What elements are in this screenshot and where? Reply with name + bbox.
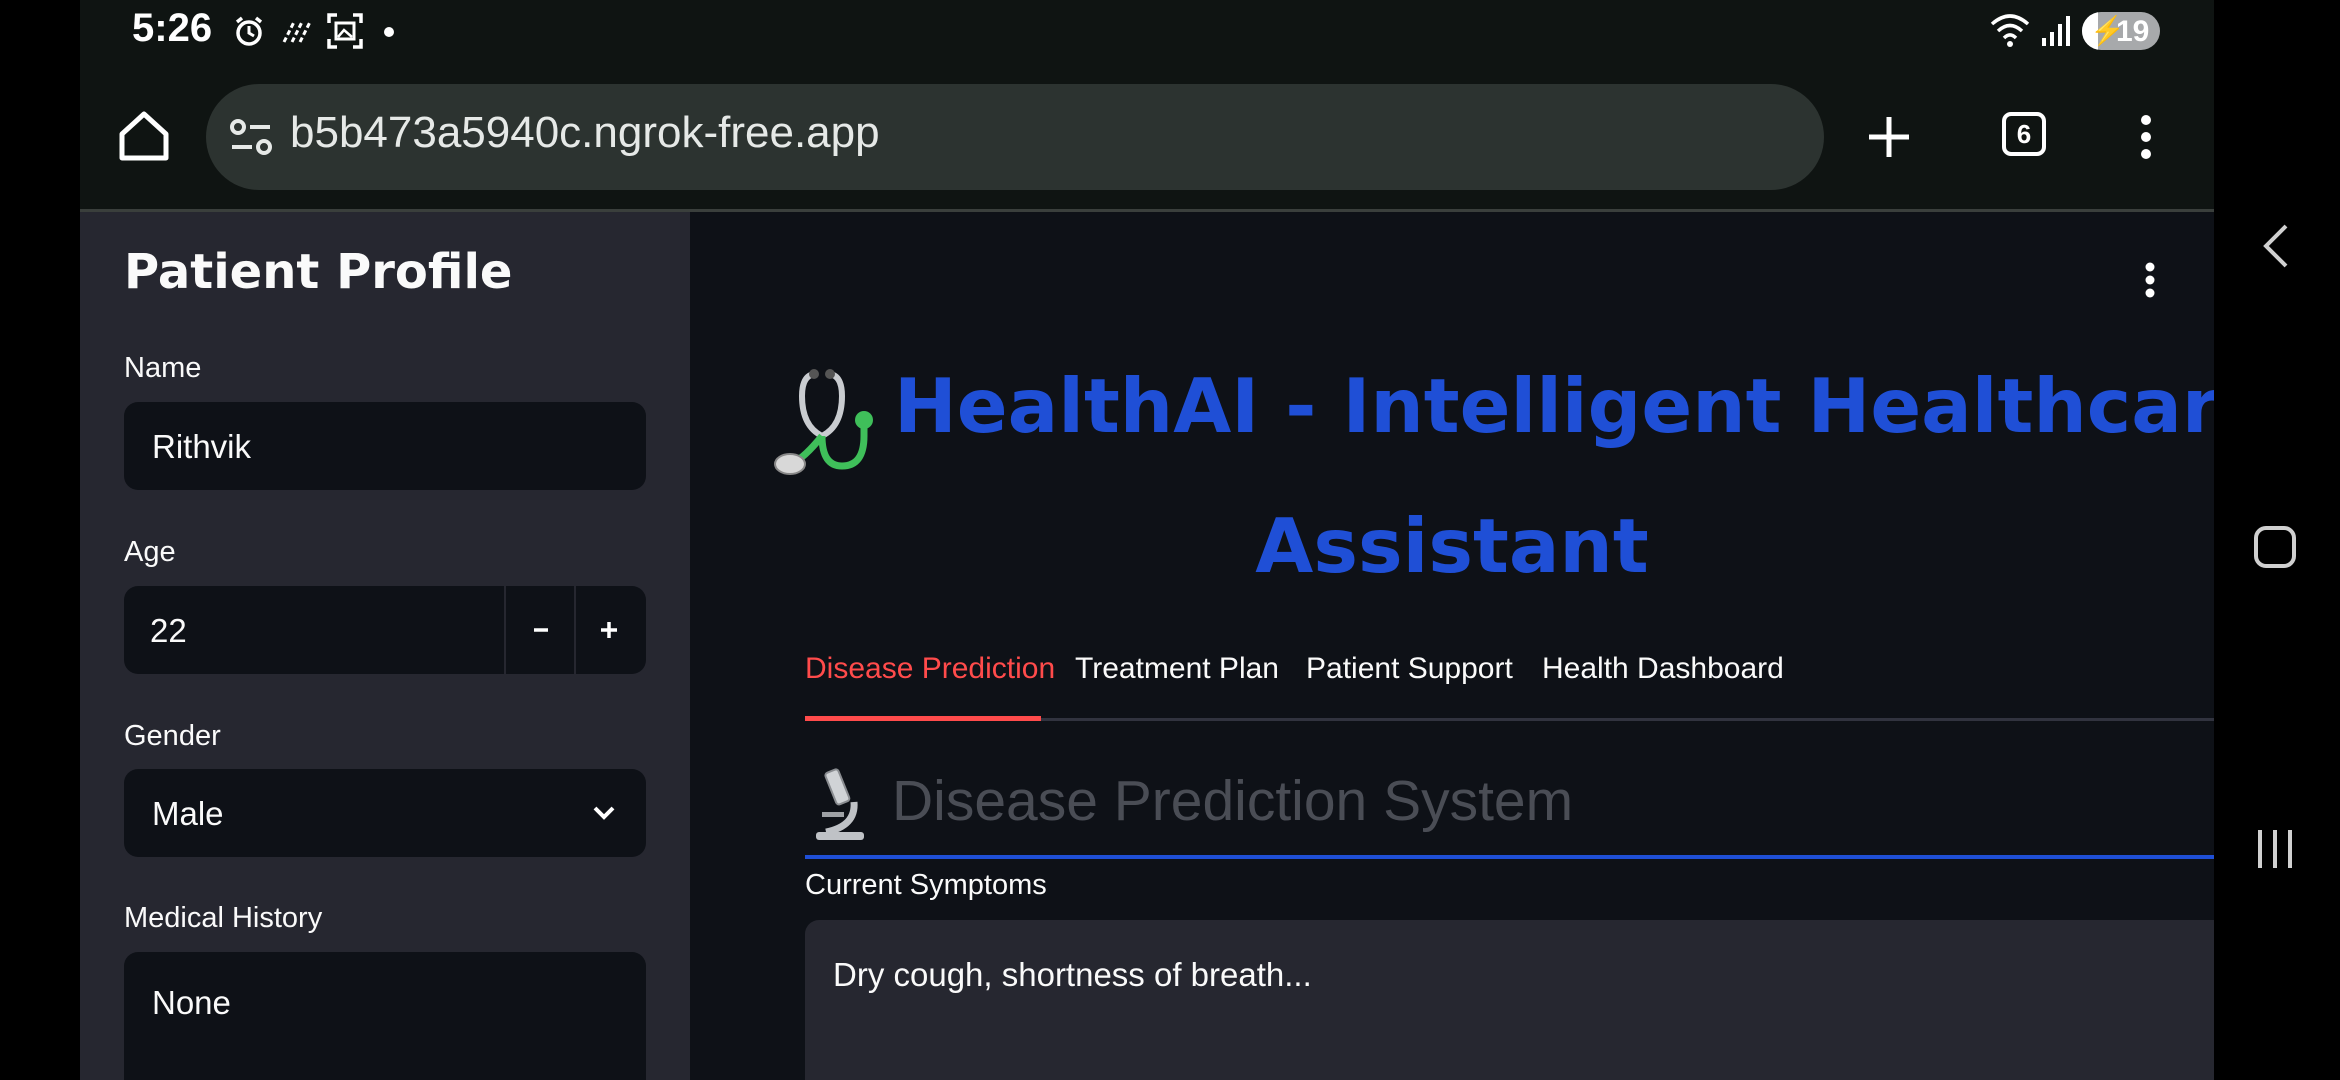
app-menu-icon[interactable] (2144, 262, 2156, 298)
url-text[interactable]: b5b473a5940c.ngrok-free.app (290, 108, 880, 158)
screenshot-icon (327, 13, 363, 49)
stepper-divider (504, 586, 506, 674)
more-options-icon[interactable] (2138, 114, 2154, 160)
alarm-icon (235, 16, 263, 46)
recents-icon[interactable] (2254, 826, 2296, 872)
tab-patient-support[interactable]: Patient Support (1306, 652, 1513, 686)
gender-label: Gender (124, 720, 221, 752)
history-value: None (152, 984, 231, 1021)
data-activity-icon (282, 21, 312, 43)
active-tab-indicator (805, 716, 1041, 721)
microscope-icon (816, 768, 864, 840)
sidebar-title: Patient Profile (124, 244, 513, 300)
stepper-divider (574, 586, 576, 674)
gender-value: Male (152, 795, 224, 832)
tab-disease-prediction[interactable]: Disease Prediction (805, 652, 1055, 686)
symptoms-placeholder: Dry cough, shortness of breath... (833, 956, 1312, 993)
section-title: Disease Prediction System (892, 769, 1574, 833)
battery-level: 19 (2116, 15, 2150, 48)
chevron-down-icon (593, 806, 615, 820)
home-nav-icon[interactable] (2252, 524, 2298, 570)
age-stepper: 22 (124, 586, 646, 674)
back-icon[interactable] (2258, 222, 2292, 270)
tab-health-dashboard[interactable]: Health Dashboard (1542, 652, 1784, 686)
medical-history-field[interactable]: None (124, 952, 646, 1080)
tab-switcher-button[interactable]: 6 (2002, 112, 2046, 156)
cell-signal-icon (2042, 16, 2070, 46)
history-label: Medical History (124, 902, 323, 934)
age-value[interactable]: 22 (150, 612, 187, 650)
tab-treatment-plan[interactable]: Treatment Plan (1075, 652, 1279, 686)
site-settings-icon[interactable] (228, 116, 274, 158)
wifi-icon (1990, 14, 2030, 47)
app-title-line1: HealthAI - Intelligent Healthcare (894, 362, 2214, 450)
new-tab-icon[interactable] (1866, 114, 1912, 160)
battery-icon: ⚡ 19 (2082, 12, 2160, 50)
home-icon[interactable] (116, 108, 172, 164)
status-bar: 5:26 ⚡ 19 (80, 0, 2214, 62)
browser-toolbar: b5b473a5940c.ngrok-free.app 6 (80, 62, 2214, 212)
address-bar[interactable]: b5b473a5940c.ngrok-free.app (206, 84, 1824, 190)
symptoms-label: Current Symptoms (805, 869, 1047, 901)
phone-screen: 5:26 ⚡ 19 b5b473a5940c.ngrok-free.app 6 … (80, 0, 2214, 1080)
decrement-button[interactable] (526, 618, 556, 642)
sidebar: Patient Profile Name Rithvik Age 22 Gend… (80, 212, 690, 1080)
dot-icon (384, 27, 394, 37)
status-time: 5:26 (132, 6, 213, 50)
symptoms-textarea[interactable]: Dry cough, shortness of breath... (805, 920, 2214, 1080)
age-label: Age (124, 536, 176, 568)
app-title-line2: Assistant (1255, 502, 1649, 590)
name-value: Rithvik (152, 428, 252, 465)
system-nav-bar (2214, 0, 2340, 1080)
gender-select[interactable]: Male (124, 769, 646, 857)
main-content: HealthAI - Intelligent Healthcare Assist… (690, 212, 2214, 1080)
increment-button[interactable] (594, 616, 624, 644)
stethoscope-icon (774, 369, 873, 475)
section-divider (805, 855, 2214, 859)
name-field[interactable]: Rithvik (124, 402, 646, 490)
name-label: Name (124, 352, 202, 384)
